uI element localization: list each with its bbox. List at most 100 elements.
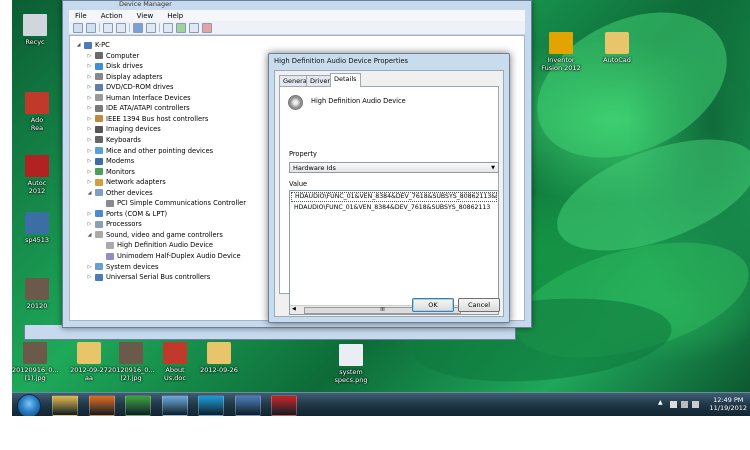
expand-arrow-icon[interactable]: ▷	[87, 272, 92, 282]
uninstall-icon[interactable]	[202, 22, 212, 33]
help-icon[interactable]	[133, 22, 143, 33]
desktop-icon-folder2[interactable]: 2012-09-26	[196, 342, 242, 374]
windows-start-orb-icon[interactable]	[17, 394, 41, 416]
tree-node[interactable]: PCI Simple Communications Controller	[98, 198, 246, 208]
menu-item-help[interactable]: Help	[167, 12, 183, 20]
network-icon[interactable]	[161, 395, 188, 416]
tree-node[interactable]: ▷ Ports (COM & LPT)	[87, 209, 168, 219]
tree-node[interactable]: ▷ Computer	[87, 51, 140, 61]
clock[interactable]: 12:49 PM 11/19/2012	[710, 396, 747, 412]
expand-arrow-icon[interactable]: ▷	[87, 135, 92, 145]
show-hidden-icon[interactable]	[116, 22, 126, 33]
desktop-icon-about[interactable]: About Us.doc	[152, 342, 198, 382]
tree-node[interactable]: ▷ Modems	[87, 156, 135, 166]
expand-arrow-icon[interactable]: ▷	[87, 167, 92, 177]
expand-arrow-icon[interactable]: ▷	[87, 124, 92, 134]
ok-button[interactable]: OK	[412, 298, 454, 312]
pdf-icon	[163, 342, 187, 364]
collapse-arrow-icon[interactable]: ◢	[87, 230, 92, 240]
collapse-arrow-icon[interactable]: ◢	[76, 40, 81, 50]
expand-arrow-icon[interactable]: ▷	[87, 209, 92, 219]
speaker-icon	[288, 95, 303, 110]
menu-item-view[interactable]: View	[137, 12, 154, 20]
desktop-icon-adobe[interactable]: Ado Rea	[14, 92, 60, 132]
collapse-arrow-icon[interactable]: ◢	[87, 188, 92, 198]
expand-arrow-icon[interactable]: ▷	[87, 262, 92, 272]
desktop-icon-recycle[interactable]: Recyc	[12, 14, 58, 46]
expand-arrow-icon[interactable]: ▷	[87, 103, 92, 113]
expand-arrow-icon[interactable]: ▷	[87, 51, 92, 61]
tree-node[interactable]: ▷ Keyboards	[87, 135, 141, 145]
desktop-icon-label: 20120916_0... (1).jpg	[12, 366, 59, 382]
flag-icon[interactable]	[670, 401, 677, 408]
media-player-icon[interactable]	[88, 395, 115, 416]
cancel-button[interactable]: Cancel	[458, 298, 500, 312]
expand-arrow-icon[interactable]: ▷	[87, 219, 92, 229]
desktop-icon-folder1[interactable]: 2012-09-27 aa	[66, 342, 112, 382]
desktop-icon-sp4513[interactable]: sp4513	[14, 212, 60, 244]
tree-node[interactable]: ▷ Human Interface Devices	[87, 93, 191, 103]
expand-arrow-icon[interactable]: ▷	[87, 177, 92, 187]
network-tray-icon[interactable]	[681, 401, 688, 408]
desktop-icon-photo1[interactable]: 20120916_0... (1).jpg	[12, 342, 59, 382]
desktop-icon-label: Recyc	[25, 38, 45, 46]
tree-node[interactable]: ▷ Disk drives	[87, 61, 143, 71]
expand-arrow-icon[interactable]: ▷	[87, 156, 92, 166]
toolbox-icon[interactable]	[271, 395, 297, 416]
expand-arrow-icon[interactable]: ▷	[87, 114, 92, 124]
tree-node[interactable]: ◢ Other devices	[87, 188, 153, 198]
value-list-item[interactable]: HDAUDIO\FUNC_01&VEN_8384&DEV_7618&SUBSYS…	[290, 203, 498, 213]
scroll-left-icon[interactable]: ◀	[292, 306, 296, 312]
menu-item-action[interactable]: Action	[101, 12, 123, 20]
expand-arrow-icon[interactable]: ▷	[87, 72, 92, 82]
tree-node[interactable]: ◢ Sound, video and game controllers	[87, 230, 223, 240]
show-hidden-icons-icon[interactable]: ▲	[658, 399, 665, 406]
expand-arrow-icon[interactable]: ▷	[87, 82, 92, 92]
tree-node[interactable]: ▷ IEEE 1394 Bus host controllers	[87, 114, 209, 124]
tree-node[interactable]: ▷ Mice and other pointing devices	[87, 146, 214, 156]
value-list-item[interactable]: HDAUDIO\FUNC_01&VEN_8384&DEV_7618&SUBSYS…	[291, 192, 497, 202]
skype-icon[interactable]	[198, 395, 224, 416]
update-driver-icon[interactable]	[176, 22, 186, 33]
device-category-icon	[95, 125, 103, 133]
expand-arrow-icon[interactable]: ▷	[87, 146, 92, 156]
tree-node[interactable]: ◢ K-PC	[76, 40, 110, 50]
disable-icon[interactable]	[189, 22, 199, 33]
tree-node[interactable]: ▷ Processors	[87, 219, 142, 229]
desktop-icon-img2012[interactable]: 20120	[14, 278, 60, 310]
tree-node[interactable]: ▷ Monitors	[87, 167, 135, 177]
tree-node[interactable]: ▷ IDE ATA/ATAPI controllers	[87, 103, 190, 113]
expand-arrow-icon[interactable]: ▷	[87, 61, 92, 71]
properties-dialog[interactable]: High Definition Audio Device Properties …	[268, 53, 510, 323]
desktop-icon-autocad2012[interactable]: Autoc 2012	[14, 155, 60, 195]
chrome-icon[interactable]	[125, 395, 151, 416]
property-dropdown[interactable]: Hardware Ids ▼	[289, 162, 499, 173]
scan-hardware-icon[interactable]	[163, 22, 173, 33]
tree-node[interactable]: ▷ Display adapters	[87, 72, 163, 82]
tree-node[interactable]: ▷ System devices	[87, 262, 159, 272]
device-category-icon	[95, 231, 103, 239]
forward-icon[interactable]	[86, 22, 96, 33]
back-icon[interactable]	[73, 22, 83, 33]
tab-details[interactable]: Details	[330, 73, 361, 87]
explorer-icon[interactable]	[52, 395, 78, 416]
remote-desktop-icon[interactable]	[234, 395, 261, 416]
tree-node[interactable]: ▷ Imaging devices	[87, 124, 161, 134]
tree-node[interactable]: ▷ DVD/CD-ROM drives	[87, 82, 174, 92]
properties-icon[interactable]	[103, 22, 113, 33]
view-icon[interactable]	[146, 22, 156, 33]
desktop-icon-autocad[interactable]: AutoCad	[594, 32, 640, 64]
volume-icon[interactable]	[692, 401, 699, 408]
desktop-icon-specs[interactable]: system specs.png	[328, 344, 374, 384]
tree-node[interactable]: ▷ Network adapters	[87, 177, 166, 187]
device-category-icon	[95, 189, 103, 197]
menu-item-file[interactable]: File	[75, 12, 87, 20]
expand-arrow-icon[interactable]: ▷	[87, 93, 92, 103]
tree-node[interactable]: High Definition Audio Device	[98, 240, 213, 250]
desktop-icon-inventor[interactable]: Inventor Fusion 2012	[538, 32, 584, 72]
tree-node[interactable]: ▷ Universal Serial Bus controllers	[87, 272, 211, 282]
desktop-icon-label: AutoCad	[603, 56, 631, 64]
value-list[interactable]: HDAUDIO\FUNC_01&VEN_8384&DEV_7618&SUBSYS…	[289, 190, 499, 315]
desktop-icon-photo2[interactable]: 20120916_0... (2).jpg	[108, 342, 155, 382]
tree-node[interactable]: Unimodem Half-Duplex Audio Device	[98, 251, 241, 261]
